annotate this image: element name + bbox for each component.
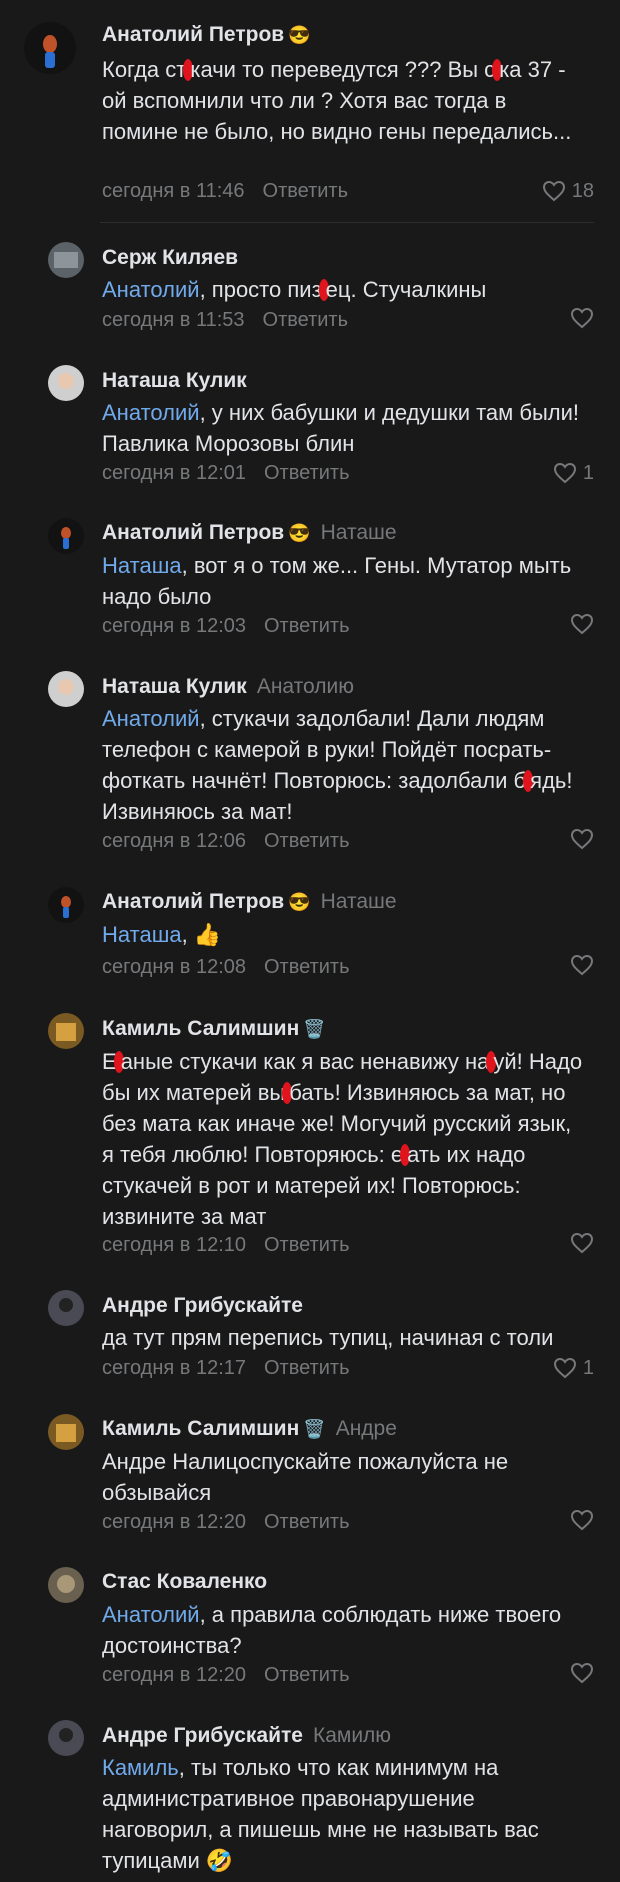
comment-text: Наташа, 👍	[102, 922, 222, 947]
comment-time: сегодня в 12:03	[102, 615, 246, 637]
reply-button[interactable]: Ответить	[264, 462, 350, 484]
reply-to-label[interactable]: Наташе	[321, 890, 397, 913]
like-button[interactable]	[570, 954, 594, 976]
avatar[interactable]	[48, 365, 84, 401]
avatar[interactable]	[48, 1013, 84, 1049]
trash-emoji-icon: 🗑️	[303, 1019, 326, 1039]
author-name[interactable]: Анатолий Петров	[102, 890, 284, 913]
reply-to-label[interactable]: Наташе	[321, 521, 397, 544]
like-button[interactable]	[570, 1662, 594, 1684]
like-button[interactable]	[570, 1509, 594, 1531]
divider	[100, 222, 594, 223]
heart-outline-icon	[570, 1232, 594, 1254]
comment-time: сегодня в 12:20	[102, 1511, 246, 1533]
mention-link[interactable]: Камиль	[102, 1755, 179, 1780]
sunglasses-emoji-icon: 😎	[288, 892, 311, 912]
sunglasses-emoji-icon: 😎	[288, 523, 311, 543]
reply-button[interactable]: Ответить	[264, 615, 350, 637]
author-name[interactable]: Камиль Салимшин	[102, 1417, 299, 1440]
mention-link[interactable]: Наташа	[102, 922, 182, 947]
like-count: 1	[582, 462, 594, 484]
reply-button[interactable]: Ответить	[264, 1234, 350, 1256]
reply-to-label[interactable]: Анатолию	[257, 675, 354, 698]
heart-outline-icon	[570, 954, 594, 976]
reply-button[interactable]: Ответить	[263, 309, 349, 331]
author-name[interactable]: Стас Коваленко	[102, 1570, 267, 1593]
comment-text: Анатолий, у них бабушки и дедушки там бы…	[102, 400, 580, 456]
comment-text: Камиль, ты только что как минимум на адм…	[102, 1755, 539, 1873]
author-name[interactable]: Серж Киляев	[102, 246, 238, 269]
heart-outline-icon	[553, 462, 576, 484]
trash-emoji-icon: 🗑️	[303, 1419, 326, 1439]
comment-time: сегодня в 12:17	[102, 1357, 246, 1379]
mention-link[interactable]: Анатолий	[102, 400, 200, 425]
comment-time: сегодня в 12:10	[102, 1234, 246, 1256]
avatar[interactable]	[48, 1290, 84, 1326]
comment-text: Анатолий, стукачи задолбали! Дали людям …	[102, 706, 573, 824]
comment-text: Когда ст качи то переведутся ??? Вы с ка 3…	[102, 57, 572, 144]
comment-time: сегодня в 11:46	[102, 180, 245, 202]
author-name[interactable]: Камиль Салимшин	[102, 1017, 299, 1040]
reply-to-label[interactable]: Камилю	[313, 1724, 391, 1747]
reply-button[interactable]: Ответить	[264, 1357, 350, 1379]
heart-outline-icon	[570, 828, 594, 850]
mention-link[interactable]: Наташа	[102, 553, 182, 578]
heart-outline-icon	[570, 1509, 594, 1531]
avatar[interactable]	[24, 22, 76, 74]
comment-time: сегодня в 12:06	[102, 830, 246, 852]
comment-text: Андре Налицоспускайте пожалуйста не обзы…	[102, 1449, 509, 1505]
like-button[interactable]: 18	[542, 178, 594, 204]
like-button[interactable]	[570, 307, 594, 329]
like-count: 1	[582, 1357, 594, 1379]
author-name[interactable]: Наташа Кулик	[102, 369, 247, 392]
comment-text: Еаные стукачи как я вас ненавижу на уй! Н…	[102, 1049, 583, 1229]
comment-time: сегодня в 12:20	[102, 1664, 246, 1686]
comment-text: да тут прям перепись тупиц, начиная с то…	[102, 1325, 554, 1350]
like-button[interactable]	[570, 828, 594, 850]
comment-text: Анатолий, а правила соблюдать ниже твоег…	[102, 1602, 562, 1658]
heart-outline-icon	[570, 613, 594, 635]
avatar[interactable]	[48, 1414, 84, 1450]
comment-text: Наташа, вот я о том же... Гены. Мутатор …	[102, 553, 572, 609]
avatar[interactable]	[48, 887, 84, 923]
comment-time: сегодня в 12:01	[102, 462, 246, 484]
mention-link[interactable]: Анатолий	[102, 277, 200, 302]
reply-to-label[interactable]: Андре	[336, 1417, 397, 1440]
comment-time: сегодня в 12:08	[102, 956, 246, 978]
mention-link[interactable]: Анатолий	[102, 1602, 200, 1627]
heart-outline-icon	[570, 307, 594, 329]
reply-button[interactable]: Ответить	[264, 830, 350, 852]
avatar-image	[24, 22, 76, 74]
heart-outline-icon	[542, 180, 565, 202]
like-button[interactable]	[570, 1232, 594, 1254]
author-name[interactable]: Наташа Кулик	[102, 675, 247, 698]
avatar[interactable]	[48, 1720, 84, 1756]
avatar[interactable]	[48, 671, 84, 707]
sunglasses-emoji-icon: 😎	[288, 25, 311, 45]
reply-button[interactable]: Ответить	[264, 1511, 350, 1533]
author-name[interactable]: Анатолий Петров	[102, 23, 284, 46]
comment-text: Анатолий, просто пиз ец. Стучалкины	[102, 277, 487, 302]
heart-outline-icon	[553, 1357, 576, 1379]
like-button[interactable]	[570, 613, 594, 635]
reply-button[interactable]: Ответить	[263, 180, 349, 202]
avatar[interactable]	[48, 1567, 84, 1603]
mention-link[interactable]: Анатолий	[102, 706, 200, 731]
author-name[interactable]: Андре Грибускайте	[102, 1294, 303, 1317]
heart-outline-icon	[570, 1662, 594, 1684]
like-button[interactable]: 1	[553, 460, 594, 486]
avatar[interactable]	[48, 518, 84, 554]
reply-button[interactable]: Ответить	[264, 1664, 350, 1686]
author-name[interactable]: Андре Грибускайте	[102, 1724, 303, 1747]
reply-button[interactable]: Ответить	[264, 956, 350, 978]
like-count: 18	[571, 180, 594, 202]
comment-time: сегодня в 11:53	[102, 309, 245, 331]
author-name[interactable]: Анатолий Петров	[102, 521, 284, 544]
avatar[interactable]	[48, 242, 84, 278]
like-button[interactable]: 1	[553, 1355, 594, 1381]
